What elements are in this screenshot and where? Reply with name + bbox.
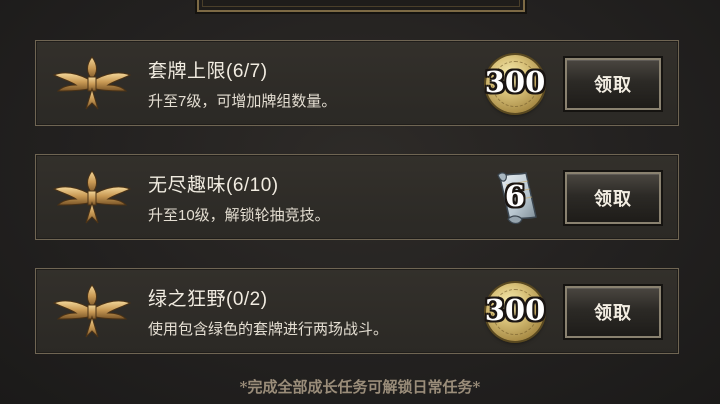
quest-title: 套牌上限(6/7): [148, 61, 268, 82]
reward-ticket: 6: [484, 167, 548, 231]
quest-description: 升至7级，可增加牌组数量。: [148, 93, 337, 110]
reward-amount: 300: [484, 65, 546, 99]
reward-gold: 300: [484, 281, 548, 345]
quest-card: 套牌上限(6/7) 升至7级，可增加牌组数量。 300 领取: [35, 40, 679, 126]
winged-emblem-icon: [50, 281, 134, 343]
claim-button-label: 领取: [594, 75, 632, 96]
quest-title: 绿之狂野(0/2): [148, 289, 268, 310]
quest-card: 绿之狂野(0/2) 使用包含绿色的套牌进行两场战斗。 300 领取: [35, 268, 679, 354]
claim-button-label: 领取: [594, 303, 632, 324]
winged-emblem-icon: [50, 53, 134, 115]
top-panel-frame: [197, 0, 525, 12]
reward-amount: 300: [484, 293, 546, 327]
quest-description: 升至10级，解锁轮抽竞技。: [148, 207, 330, 224]
claim-button[interactable]: 领取: [565, 172, 661, 224]
claim-button[interactable]: 领取: [565, 58, 661, 110]
winged-emblem-icon: [50, 167, 134, 229]
quest-title: 无尽趣味(6/10): [148, 175, 279, 196]
footer-note: *完成全部成长任务可解锁日常任务*: [239, 378, 481, 396]
claim-button[interactable]: 领取: [565, 286, 661, 338]
claim-button-label: 领取: [594, 189, 632, 210]
reward-gold: 300: [484, 53, 548, 117]
quest-description: 使用包含绿色的套牌进行两场战斗。: [148, 321, 389, 338]
quest-card: 无尽趣味(6/10) 升至10级，解锁轮抽竞技。 6 领取: [35, 154, 679, 240]
reward-amount: 6: [504, 179, 526, 213]
